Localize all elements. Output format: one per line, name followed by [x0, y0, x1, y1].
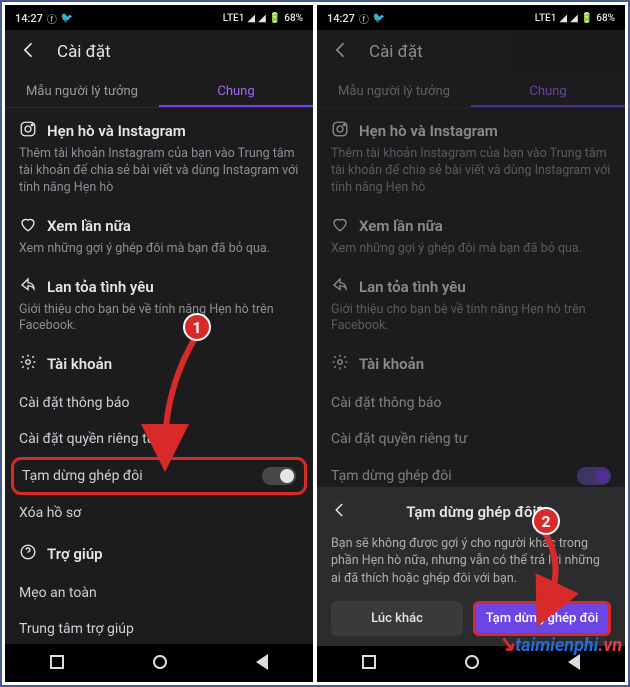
signal-icon: ◢: [559, 13, 567, 24]
nav-back-icon[interactable]: [256, 654, 268, 670]
section-help: Trợ giúp: [5, 531, 313, 575]
section-title: Xem lần nữa: [359, 217, 443, 235]
sheet-back-icon[interactable]: [331, 501, 349, 523]
section-instagram[interactable]: Hẹn hò và Instagram Thêm tài khoản Insta…: [5, 108, 313, 203]
facebook-icon: ⓕ: [47, 11, 57, 26]
nav-home-icon[interactable]: [465, 655, 479, 669]
pause-toggle-on: [577, 467, 611, 485]
section-spread[interactable]: Lan tỏa tình yêu Giới thiệu cho bạn bè v…: [5, 264, 313, 342]
gear-icon: [19, 353, 37, 375]
tab-ideal[interactable]: Mẫu người lý tưởng: [317, 74, 471, 107]
section-desc: Thêm tài khoản Instagram của bạn vào Tru…: [331, 146, 611, 197]
tabs: Mẫu người lý tưởng Chung: [5, 74, 313, 108]
nav-home-icon[interactable]: [153, 655, 167, 669]
section-desc: Xem những gợi ý ghép đôi mà bạn đã bỏ qu…: [19, 241, 299, 258]
back-icon[interactable]: [19, 40, 39, 64]
tabs: Mẫu người lý tưởng Chung: [317, 74, 625, 108]
heart-icon: [331, 215, 349, 237]
status-battery: 68%: [596, 13, 615, 24]
section-title: Tài khoản: [47, 355, 112, 373]
tab-general[interactable]: Chung: [471, 74, 625, 107]
item-pause-highlighted[interactable]: Tạm dừng ghép đôi: [11, 457, 307, 495]
heart-icon: [19, 215, 37, 237]
later-button[interactable]: Lúc khác: [331, 601, 463, 636]
nav-recent-icon[interactable]: [362, 655, 376, 669]
status-time: 14:27: [15, 12, 43, 25]
item-pause-label: Tạm dừng ghép đôi: [22, 468, 143, 484]
section-desc: Giới thiệu cho bạn bè về tính năng Hẹn h…: [19, 302, 299, 336]
phone-left: 14:27 ⓕ 🐦 LTE1 ◢ ◢ 🔋 68% Cài đặt Mẫu ngư…: [5, 5, 313, 682]
signal-icon: ◢: [258, 13, 266, 24]
section-desc: Xem những gợi ý ghép đôi mà bạn đã bỏ qu…: [331, 241, 611, 258]
phone-right: 14:27 ⓕ 🐦 LTE1 ◢ ◢ 🔋 68% Cài đặt Mẫu ngư…: [317, 5, 625, 682]
section-again: Xem lần nữa Xem những gợi ý ghép đôi mà …: [317, 203, 625, 264]
nav-bar: [5, 644, 313, 682]
section-title: Hẹn hò và Instagram: [359, 122, 498, 140]
instagram-icon: [19, 120, 37, 142]
confirm-sheet: Tạm dừng ghép đôi? Bạn sẽ không được gợi…: [317, 487, 625, 647]
signal-icon: ◢: [247, 13, 255, 24]
status-bar: 14:27 ⓕ 🐦 LTE1 ◢ ◢ 🔋 68%: [5, 5, 313, 30]
twitter-icon: 🐦: [373, 13, 385, 24]
page-title: Cài đặt: [57, 42, 111, 62]
item-delete[interactable]: Xóa hồ sơ: [5, 495, 313, 531]
item-notifications: Cài đặt thông báo: [317, 385, 625, 421]
nav-recent-icon[interactable]: [50, 655, 64, 669]
item-helpcenter[interactable]: Trung tâm trợ giúp: [5, 611, 313, 644]
section-title: Trợ giúp: [47, 545, 103, 563]
status-net: LTE1: [535, 13, 557, 24]
item-privacy: Cài đặt quyền riêng tư: [317, 421, 625, 457]
section-again[interactable]: Xem lần nữa Xem những gợi ý ghép đôi mà …: [5, 203, 313, 264]
tab-ideal[interactable]: Mẫu người lý tưởng: [5, 74, 159, 107]
item-privacy[interactable]: Cài đặt quyền riêng tư: [5, 421, 313, 457]
annotation-arrow-2: [525, 527, 575, 621]
share-icon: [19, 276, 37, 298]
pause-toggle[interactable]: [262, 467, 296, 485]
twitter-icon: 🐦: [61, 13, 73, 24]
status-bar: 14:27 ⓕ 🐦 LTE1 ◢ ◢ 🔋 68%: [317, 5, 625, 30]
status-time: 14:27: [327, 12, 355, 25]
header: Cài đặt: [317, 30, 625, 74]
section-title: Hẹn hò và Instagram: [47, 122, 186, 140]
share-icon: [331, 276, 349, 298]
watermark: ↘taimienphi.vn: [497, 632, 622, 657]
header: Cài đặt: [5, 30, 313, 74]
section-desc: Thêm tài khoản Instagram của bạn vào Tru…: [19, 146, 299, 197]
section-title: Xem lần nữa: [47, 217, 131, 235]
item-pause-label: Tạm dừng ghép đôi: [331, 468, 452, 484]
tab-general[interactable]: Chung: [159, 74, 313, 107]
signal-icon: ◢: [570, 13, 578, 24]
instagram-icon: [331, 120, 349, 142]
battery-icon: 🔋: [269, 13, 281, 24]
section-account: Tài khoản: [5, 341, 313, 385]
status-net: LTE1: [223, 13, 245, 24]
item-safety[interactable]: Mẹo an toàn: [5, 575, 313, 611]
help-icon: [19, 543, 37, 565]
section-desc: Giới thiệu cho bạn bè về tính năng Hẹn h…: [331, 302, 611, 336]
item-notifications[interactable]: Cài đặt thông báo: [5, 385, 313, 421]
annotation-badge-1: 1: [183, 313, 211, 341]
section-title: Lan tỏa tình yêu: [359, 278, 466, 296]
battery-icon: 🔋: [581, 13, 593, 24]
annotation-arrow-1: [160, 330, 220, 464]
status-battery: 68%: [284, 13, 303, 24]
section-title: Tài khoản: [359, 355, 424, 373]
facebook-icon: ⓕ: [359, 11, 369, 26]
section-account: Tài khoản: [317, 341, 625, 385]
section-instagram: Hẹn hò và Instagram Thêm tài khoản Insta…: [317, 108, 625, 203]
back-icon[interactable]: [331, 40, 351, 64]
page-title: Cài đặt: [369, 42, 423, 62]
section-spread: Lan tỏa tình yêu Giới thiệu cho bạn bè v…: [317, 264, 625, 342]
section-title: Lan tỏa tình yêu: [47, 278, 154, 296]
gear-icon: [331, 353, 349, 375]
annotation-badge-2: 2: [532, 507, 560, 535]
